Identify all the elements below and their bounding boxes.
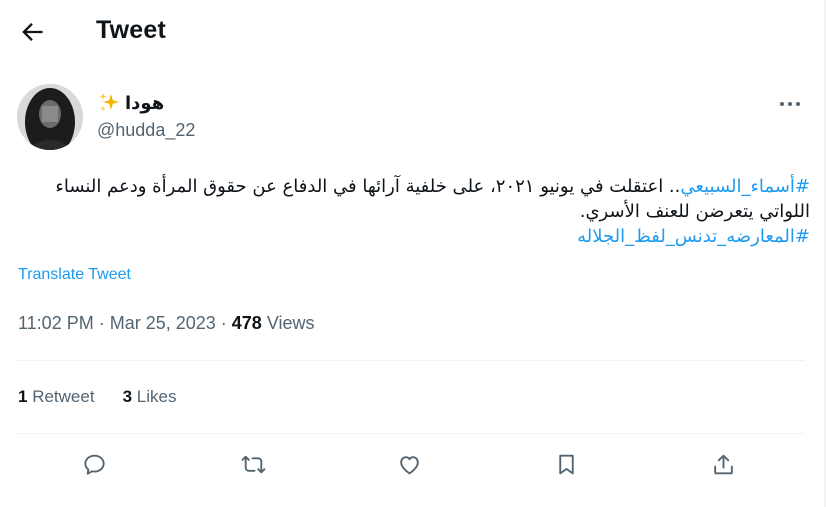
display-name: هودا <box>125 92 165 113</box>
author-name-row[interactable]: هودا <box>97 91 164 115</box>
hashtag-link[interactable]: #المعارضه_تدنس_لفظ_الجلاله <box>577 226 810 247</box>
translate-tweet-link[interactable]: Translate Tweet <box>18 266 131 284</box>
bookmark-button[interactable] <box>549 447 583 481</box>
engagement-stats: 1 Retweet 3 Likes <box>18 387 176 407</box>
user-handle[interactable]: @hudda_22 <box>97 120 195 141</box>
retweets-label: Retweet <box>32 387 95 406</box>
avatar-image <box>17 84 83 150</box>
views-label: Views <box>261 313 315 333</box>
header: Tweet <box>0 0 826 64</box>
timestamp[interactable]: 11:02 PM · Mar 25, 2023 · <box>18 313 232 333</box>
reply-button[interactable] <box>77 447 111 481</box>
more-options-button[interactable] <box>776 96 804 112</box>
action-bar <box>0 447 826 483</box>
tweet-meta: 11:02 PM · Mar 25, 2023 · 478 Views <box>18 313 315 334</box>
share-button[interactable] <box>706 447 740 481</box>
more-icon <box>780 102 800 106</box>
likes-stat[interactable]: 3 Likes <box>123 387 177 407</box>
like-icon <box>399 455 419 474</box>
retweets-stat[interactable]: 1 Retweet <box>18 387 95 407</box>
avatar[interactable] <box>17 84 83 150</box>
like-button[interactable] <box>392 447 426 481</box>
tweet-text: #أسماء_السبيعي.. اعتقلت في يونيو ٢٠٢١، ع… <box>20 174 810 249</box>
divider <box>18 433 804 434</box>
reply-icon <box>83 454 105 475</box>
retweets-count: 1 <box>18 387 28 406</box>
likes-count: 3 <box>122 387 133 406</box>
bookmark-icon <box>558 454 574 474</box>
share-icon <box>713 454 733 474</box>
retweet-icon <box>241 455 265 473</box>
hashtag-link[interactable]: #أسماء_السبيعي <box>680 176 810 197</box>
page-title: Tweet <box>96 16 166 44</box>
back-button[interactable] <box>18 18 46 46</box>
arrow-left-icon <box>22 23 43 41</box>
retweet-button[interactable] <box>236 447 270 481</box>
sparkles-icon <box>97 91 121 115</box>
divider <box>18 360 804 361</box>
views-count: 478 <box>231 313 262 333</box>
likes-label: Likes <box>136 387 177 406</box>
